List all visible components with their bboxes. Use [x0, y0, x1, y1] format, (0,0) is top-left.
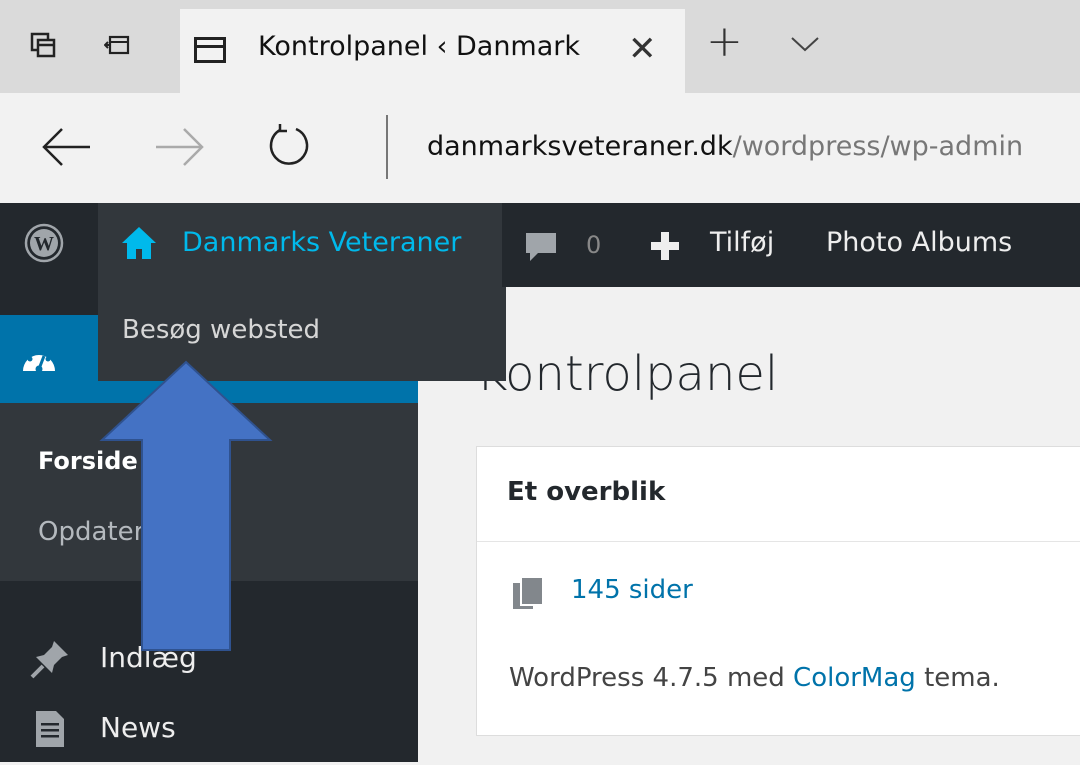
svg-text:W: W [34, 233, 54, 255]
version-prefix: WordPress 4.7.5 med [509, 663, 794, 693]
site-name-label: Danmarks Veteraner [182, 227, 462, 258]
url-field[interactable]: danmarksveteraner.dk/wordpress/wp-admin [427, 131, 1023, 162]
at-a-glance-widget: Et overblik 145 sider WordPress 4.7.5 me… [476, 446, 1080, 736]
browser-tab-bar: Kontrolpanel ‹ Danmark ✕ + [0, 0, 1080, 93]
annotation-arrow [99, 360, 273, 651]
tab-title: Kontrolpanel ‹ Danmark [258, 31, 581, 62]
site-name-menu[interactable]: Danmarks Veteraner [98, 203, 502, 287]
chevron-down-icon[interactable] [788, 26, 822, 60]
comments-count[interactable]: 0 [586, 231, 601, 259]
tab-sets-icon[interactable] [30, 32, 56, 58]
refresh-icon[interactable] [266, 123, 312, 169]
theme-link[interactable]: ColorMag [793, 663, 916, 693]
wp-admin-bar: W Danmarks Veteraner 0 Tilføj Photo Albu… [0, 203, 1080, 287]
browser-address-bar: danmarksveteraner.dk/wordpress/wp-admin [0, 93, 1080, 203]
comments-icon[interactable] [524, 231, 558, 263]
widget-title: Et overblik [507, 477, 666, 507]
photo-albums-menu[interactable]: Photo Albums [826, 227, 1012, 258]
document-icon [36, 711, 64, 747]
widget-header[interactable]: Et overblik [477, 447, 1080, 542]
url-path: /wordpress/wp-admin [732, 131, 1024, 162]
forward-arrow-icon[interactable] [154, 127, 206, 167]
url-host: danmarksveteraner.dk [427, 131, 733, 162]
back-arrow-icon[interactable] [40, 127, 92, 167]
pages-icon [513, 576, 544, 609]
address-divider [386, 115, 388, 179]
home-icon [122, 227, 156, 259]
sidebar-item-news[interactable]: News [0, 695, 418, 765]
dashboard-icon [23, 348, 55, 373]
version-suffix: tema. [915, 663, 1000, 693]
plus-icon[interactable] [650, 231, 680, 261]
tab-preview-icon[interactable] [104, 32, 130, 58]
pages-count-link[interactable]: 145 sider [571, 575, 693, 605]
wordpress-logo-icon[interactable]: W [24, 223, 64, 263]
visit-site-link[interactable]: Besøg websted [122, 315, 320, 345]
tab-close-icon[interactable]: ✕ [628, 29, 657, 69]
active-tab[interactable]: Kontrolpanel ‹ Danmark ✕ [180, 9, 685, 93]
page-icon [194, 37, 226, 63]
sidebar-item-label: News [100, 711, 176, 744]
pushpin-icon [30, 641, 68, 679]
wp-version-text: WordPress 4.7.5 med ColorMag tema. [509, 663, 1000, 693]
page-title: Kontrolpanel [476, 346, 779, 402]
add-new-menu[interactable]: Tilføj [710, 227, 774, 258]
new-tab-icon[interactable]: + [706, 20, 743, 64]
